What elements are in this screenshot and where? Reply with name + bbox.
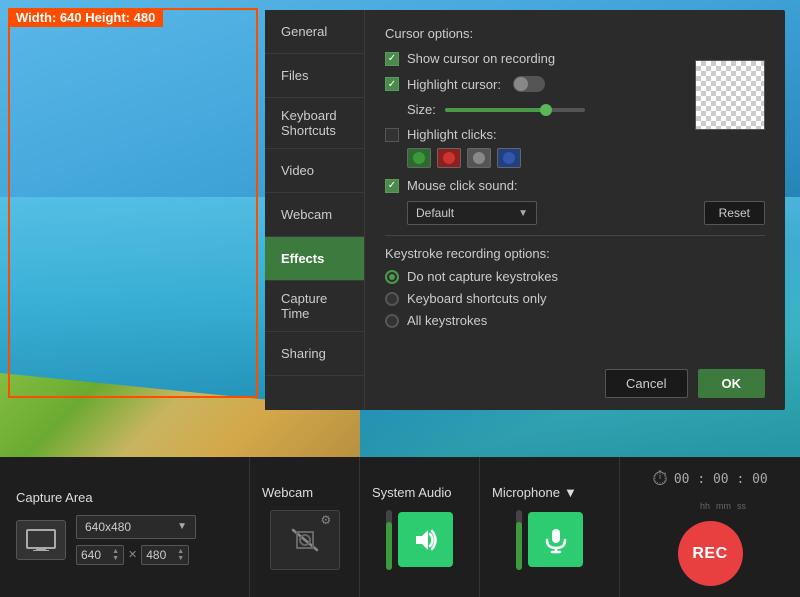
size-slider-fill — [445, 108, 543, 112]
toggle-thumb — [514, 77, 528, 91]
dropdown-arrow-icon: ▼ — [518, 208, 528, 219]
mic-controls — [516, 510, 583, 570]
microphone-button[interactable] — [528, 512, 583, 567]
capture-area-label: Capture Area — [16, 490, 233, 505]
show-cursor-label: Show cursor on recording — [407, 51, 555, 66]
click-color-green[interactable] — [407, 148, 431, 168]
sidebar-item-webcam[interactable]: Webcam — [265, 193, 364, 237]
timer-display: ⏱ 00 : 00 : 00 — [652, 468, 768, 491]
system-audio-button[interactable] — [398, 512, 453, 567]
highlight-clicks-label: Highlight clicks: — [407, 127, 497, 142]
dropdown-down-icon: ▼ — [177, 521, 187, 532]
sidebar-item-files[interactable]: Files — [265, 54, 364, 98]
keystroke-radio-2[interactable] — [385, 314, 399, 328]
sidebar-item-effects[interactable]: Effects — [265, 237, 364, 281]
cursor-preview-checkerboard — [695, 60, 765, 130]
speaker-icon — [412, 526, 440, 554]
capture-controls: 640x480 ▼ 640 ▲ ▼ ✕ 480 — [16, 515, 233, 565]
cancel-button[interactable]: Cancel — [605, 369, 687, 398]
width-value: 640 — [81, 548, 101, 562]
size-dropdown[interactable]: 640x480 ▼ — [76, 515, 196, 539]
timer-labels: hh mm ss — [700, 501, 746, 511]
capture-area-overlay: Width: 640 Height: 480 — [8, 8, 258, 398]
keystroke-option-2: All keystrokes — [385, 313, 765, 328]
audio-controls — [386, 510, 453, 570]
webcam-section: Webcam ⚙ — [250, 457, 360, 597]
capture-screen-icon — [26, 529, 56, 551]
keystroke-radio-0[interactable] — [385, 270, 399, 284]
webcam-label: Webcam — [262, 485, 313, 500]
bottom-toolbar: Capture Area 640x480 ▼ 640 — [0, 457, 800, 597]
system-audio-label: System Audio — [372, 485, 452, 500]
capture-area-section: Capture Area 640x480 ▼ 640 — [0, 457, 250, 597]
rec-button[interactable]: REC — [678, 521, 743, 586]
highlight-cursor-toggle[interactable] — [513, 76, 545, 92]
highlight-cursor-checkbox[interactable] — [385, 77, 399, 91]
webcam-button[interactable]: ⚙ — [270, 510, 340, 570]
keystroke-radio-1[interactable] — [385, 292, 399, 306]
capture-icon-button[interactable] — [16, 520, 66, 560]
size-dropdown-value: 640x480 — [85, 520, 131, 534]
mouse-sound-row: Mouse click sound: — [385, 178, 765, 193]
mic-volume-slider[interactable] — [516, 510, 522, 570]
webcam-off-icon — [285, 520, 325, 560]
keystroke-section: Keystroke recording options: Do not capt… — [385, 246, 765, 328]
size-label: Size: — [407, 102, 437, 117]
settings-panel: General Files Keyboard Shortcuts Video W… — [265, 10, 785, 410]
height-value: 480 — [146, 548, 166, 562]
microphone-section: Microphone ▼ — [480, 457, 620, 597]
x-separator: ✕ — [128, 548, 137, 561]
system-audio-section: System Audio — [360, 457, 480, 597]
timer-icon: ⏱ — [652, 468, 668, 491]
system-audio-volume-slider[interactable] — [386, 510, 392, 570]
divider — [385, 235, 765, 236]
keystroke-label-0: Do not capture keystrokes — [407, 269, 558, 284]
sidebar-item-capture-time[interactable]: Capture Time — [265, 281, 364, 332]
nav-sidebar: General Files Keyboard Shortcuts Video W… — [265, 10, 365, 410]
height-spinner[interactable]: ▲ ▼ — [177, 548, 184, 562]
height-input[interactable]: 480 ▲ ▼ — [141, 545, 189, 565]
click-color-red[interactable] — [437, 148, 461, 168]
show-cursor-checkbox[interactable] — [385, 52, 399, 66]
cursor-options-title: Cursor options: — [385, 26, 765, 41]
keystroke-option-0: Do not capture keystrokes — [385, 269, 765, 284]
ok-button[interactable]: OK — [698, 369, 766, 398]
microphone-icon — [542, 526, 570, 554]
sound-dropdown-value: Default — [416, 206, 454, 220]
wh-inputs: 640 ▲ ▼ ✕ 480 ▲ ▼ — [76, 545, 196, 565]
microphone-dropdown-arrow[interactable]: ▼ — [564, 485, 577, 500]
keystroke-title: Keystroke recording options: — [385, 246, 765, 261]
width-spinner[interactable]: ▲ ▼ — [112, 548, 119, 562]
mouse-sound-label: Mouse click sound: — [407, 178, 518, 193]
click-color-blue[interactable] — [497, 148, 521, 168]
highlight-cursor-label: Highlight cursor: — [407, 77, 501, 92]
gear-icon: ⚙ — [321, 513, 337, 529]
sound-control-row: Default ▼ Reset — [385, 201, 765, 225]
highlight-clicks-checkbox[interactable] — [385, 128, 399, 142]
microphone-label: Microphone ▼ — [492, 485, 577, 500]
size-slider-thumb[interactable] — [540, 104, 552, 116]
volume-fill — [386, 522, 392, 570]
size-slider-track[interactable] — [445, 108, 585, 112]
capture-area-dimensions-label: Width: 640 Height: 480 — [8, 8, 163, 27]
mouse-sound-checkbox[interactable] — [385, 179, 399, 193]
timer-value: 00 : 00 : 00 — [674, 472, 768, 487]
rec-section: ⏱ 00 : 00 : 00 hh mm ss REC — [620, 457, 800, 597]
sound-dropdown[interactable]: Default ▼ — [407, 201, 537, 225]
keystroke-label-2: All keystrokes — [407, 313, 487, 328]
sidebar-item-keyboard-shortcuts[interactable]: Keyboard Shortcuts — [265, 98, 364, 149]
keystroke-label-1: Keyboard shortcuts only — [407, 291, 546, 306]
settings-footer: Cancel OK — [605, 369, 765, 398]
click-color-gray[interactable] — [467, 148, 491, 168]
width-input[interactable]: 640 ▲ ▼ — [76, 545, 124, 565]
color-btn-group — [407, 148, 765, 168]
mic-volume-fill — [516, 522, 522, 570]
size-selector: 640x480 ▼ 640 ▲ ▼ ✕ 480 — [76, 515, 196, 565]
keystroke-option-1: Keyboard shortcuts only — [385, 291, 765, 306]
reset-button[interactable]: Reset — [704, 201, 765, 225]
settings-content: Cursor options: Show cursor on recording… — [365, 10, 785, 410]
sidebar-item-video[interactable]: Video — [265, 149, 364, 193]
sidebar-item-sharing[interactable]: Sharing — [265, 332, 364, 376]
sidebar-item-general[interactable]: General — [265, 10, 364, 54]
